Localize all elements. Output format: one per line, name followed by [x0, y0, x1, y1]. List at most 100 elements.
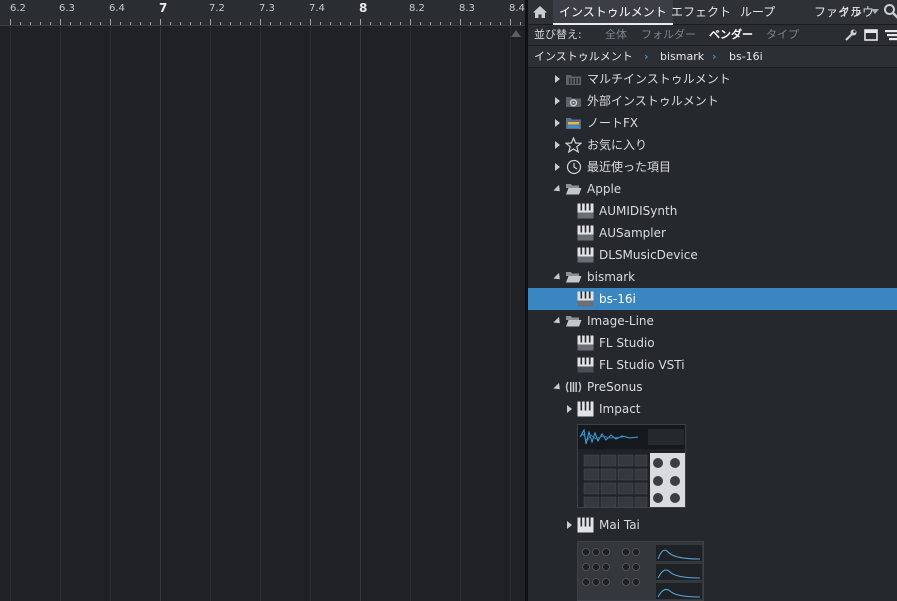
ruler-label: 7 [159, 1, 168, 15]
ruler-tick [330, 22, 331, 25]
tree-item-label: Image-Line [587, 314, 654, 328]
chevron-down-icon[interactable] [871, 9, 879, 14]
tree-item-label: 最近使った項目 [587, 160, 672, 174]
tree-item-bismark[interactable]: bismark [528, 266, 897, 288]
tree-item-multi-instrument[interactable]: マルチインストゥルメント [528, 68, 897, 90]
breadcrumb-separator-icon: › [644, 50, 649, 63]
expand-arrow-icon[interactable] [567, 405, 572, 413]
expand-arrow-icon[interactable] [555, 119, 560, 127]
tree-item-label: FL Studio [599, 336, 655, 350]
ruler-tick [10, 19, 11, 25]
tree-item-mai-tai[interactable]: Mai Tai [528, 514, 897, 536]
tree-item-dlsmusicdevice[interactable]: DLSMusicDevice [528, 244, 897, 266]
tree-item-favorites[interactable]: お気に入り [528, 134, 897, 156]
tree-item-label: bismark [587, 270, 636, 284]
wrench-icon[interactable] [844, 28, 858, 42]
ruler-tick [410, 19, 411, 25]
ruler-label: 8 [359, 1, 368, 15]
ruler-tick [260, 19, 261, 25]
search-icon[interactable] [883, 3, 897, 19]
ruler-tick [50, 22, 51, 25]
tree-item-apple[interactable]: Apple [528, 178, 897, 200]
tree-item-label: お気に入り [587, 138, 648, 152]
mai-tai-preview-thumbnail[interactable] [577, 541, 704, 601]
tree-item-note-fx[interactable]: ノートFX [528, 112, 897, 134]
grid-line [160, 27, 161, 601]
sort-option-type[interactable]: タイプ [766, 25, 799, 45]
browser-panel: インストゥルメント エフェクト ループ ファイル クラウ 並び替え: 全体 フォ… [528, 0, 897, 601]
timeline-ruler[interactable]: 6.2 6.3 6.4 7 7.2 7.3 7.4 8 8.2 8.3 8.4 [0, 0, 525, 26]
ruler-tick [310, 19, 311, 25]
ruler-tick [450, 22, 451, 25]
collapse-arrow-icon[interactable] [553, 382, 563, 393]
arrange-view[interactable]: 6.2 6.3 6.4 7 7.2 7.3 7.4 8 8.2 8.3 8.4 [0, 0, 525, 601]
ruler-tick [200, 22, 201, 25]
ruler-tick [250, 22, 251, 25]
expand-arrow-icon[interactable] [567, 521, 572, 529]
ruler-tick [40, 22, 41, 25]
au-plugin-icon [577, 335, 594, 351]
expand-arrow-icon[interactable] [555, 163, 560, 171]
tree-item-aumidisynth[interactable]: AUMIDISynth [528, 200, 897, 222]
grid-line [360, 27, 361, 601]
folder-open-icon [566, 272, 582, 283]
breadcrumb: インストゥルメント › bismark › bs-16i [528, 46, 897, 68]
expand-arrow-icon[interactable] [555, 141, 560, 149]
impact-preview-thumbnail[interactable] [577, 424, 686, 508]
sort-option-all[interactable]: 全体 [605, 25, 627, 45]
sort-option-vendor[interactable]: ベンダー [709, 25, 753, 45]
scroll-up-arrow-icon[interactable] [511, 30, 521, 37]
impact-waveform-image [578, 425, 685, 507]
breadcrumb-item[interactable]: bs-16i [729, 46, 763, 68]
expand-arrow-icon[interactable] [555, 75, 560, 83]
mai-tai-panel-image [578, 542, 703, 600]
ruler-tick [280, 22, 281, 25]
grid-line [110, 27, 111, 601]
tree-item-impact[interactable]: Impact [528, 398, 897, 420]
ruler-label: 7.3 [259, 3, 275, 14]
presonus-logo-icon [565, 381, 582, 393]
breadcrumb-item[interactable]: bismark [660, 46, 704, 68]
window-icon[interactable] [864, 28, 878, 42]
au-plugin-icon [577, 203, 594, 219]
ruler-tick [400, 22, 401, 25]
collapse-arrow-icon[interactable] [553, 184, 563, 195]
tree-item-recent[interactable]: 最近使った項目 [528, 156, 897, 178]
collapse-arrow-icon[interactable] [553, 272, 563, 283]
tree-item-external-instrument[interactable]: 外部インストゥルメント [528, 90, 897, 112]
external-instrument-icon [566, 97, 581, 107]
tree-item-presonus[interactable]: PreSonus [528, 376, 897, 398]
tab-loops[interactable]: ループ [734, 0, 781, 25]
sort-bar: 並び替え: 全体 フォルダー ベンダー タイプ [528, 25, 897, 46]
ruler-tick [320, 22, 321, 25]
collapse-arrow-icon[interactable] [553, 316, 563, 327]
ruler-tick [120, 22, 121, 25]
ruler-label: 6.3 [59, 3, 75, 14]
ruler-tick [160, 19, 161, 25]
tree-item-fl-studio[interactable]: FL Studio [528, 332, 897, 354]
grid-line [260, 27, 261, 601]
tree-item-label: PreSonus [587, 380, 643, 394]
multi-instrument-icon [566, 75, 581, 85]
sort-label: 並び替え: [534, 28, 582, 41]
tree-item-label: AUMIDISynth [599, 204, 678, 218]
ruler-tick [390, 22, 391, 25]
sort-option-folder[interactable]: フォルダー [641, 25, 696, 45]
list-view-icon[interactable] [884, 28, 897, 42]
tab-instruments[interactable]: インストゥルメント [553, 0, 673, 25]
ruler-tick [70, 22, 71, 25]
tree-item-label: Mai Tai [599, 518, 640, 532]
tree-item-image-line[interactable]: Image-Line [528, 310, 897, 332]
tree-item-fl-studio-vsti[interactable]: FL Studio VSTi [528, 354, 897, 376]
home-icon[interactable] [532, 4, 548, 20]
tree-item-ausampler[interactable]: AUSampler [528, 222, 897, 244]
breadcrumb-item[interactable]: インストゥルメント [534, 46, 633, 68]
ruler-tick [100, 22, 101, 25]
tab-effects[interactable]: エフェクト [665, 0, 737, 25]
folder-open-icon [566, 316, 582, 327]
ruler-label: 7.4 [309, 3, 325, 14]
ruler-tick [480, 22, 481, 25]
ruler-tick [30, 22, 31, 25]
tree-item-bs-16i[interactable]: bs-16i [528, 288, 897, 310]
expand-arrow-icon[interactable] [555, 97, 560, 105]
